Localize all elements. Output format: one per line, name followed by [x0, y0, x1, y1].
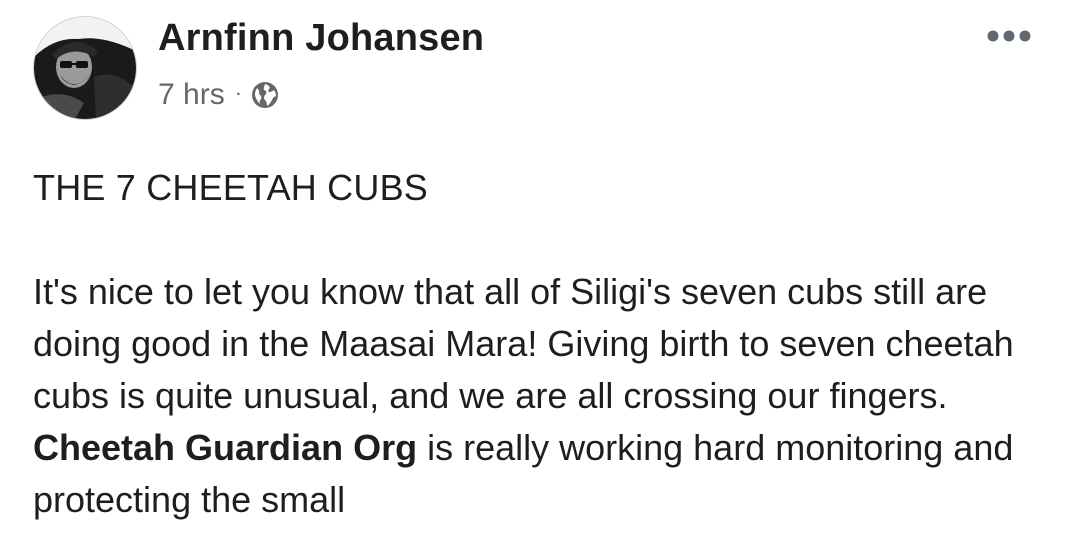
post-card: Arnfinn Johansen 7 hrs · THE 7 CHEETAH C…	[0, 0, 1080, 534]
globe-icon[interactable]	[250, 80, 280, 110]
post-title: THE 7 CHEETAH CUBS	[33, 167, 428, 208]
meta-separator: ·	[234, 80, 243, 105]
post-meta: 7 hrs ·	[158, 78, 280, 112]
author-avatar[interactable]	[33, 16, 137, 120]
page-mention-link[interactable]: Cheetah Guardian Org	[33, 427, 417, 468]
post-paragraph: It's nice to let you know that all of Si…	[33, 266, 1053, 526]
post-timestamp[interactable]: 7 hrs	[158, 78, 225, 112]
author-name[interactable]: Arnfinn Johansen	[158, 17, 484, 60]
paragraph-text-start: It's nice to let you know that all of Si…	[33, 271, 1014, 416]
avatar-image	[34, 17, 136, 119]
post-body: THE 7 CHEETAH CUBS It's nice to let you …	[33, 162, 1053, 526]
more-options-icon[interactable]	[986, 28, 1032, 44]
